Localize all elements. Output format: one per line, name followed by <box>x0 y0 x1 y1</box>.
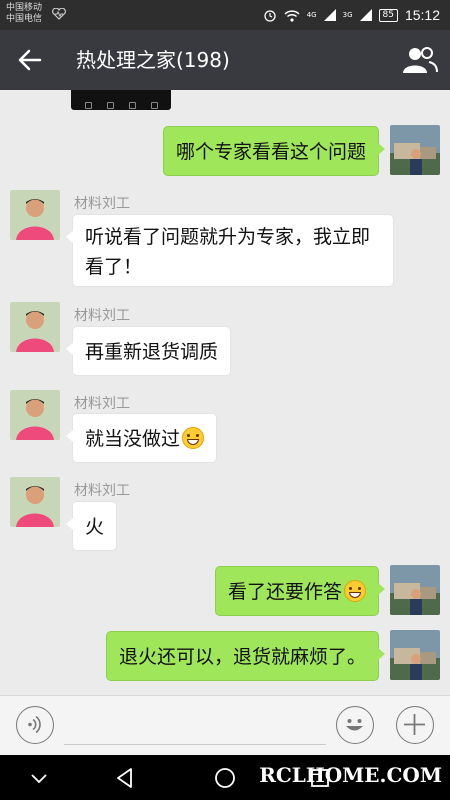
chat-header: 热处理之家(198) <box>0 30 450 90</box>
status-icons: 4G 3G 85 15:12 <box>263 0 440 30</box>
message-bubble-incoming[interactable]: 就当没做过 <box>65 413 218 463</box>
more-options-button[interactable] <box>396 706 434 744</box>
emoji-icon <box>346 719 363 731</box>
sender-avatar[interactable] <box>10 477 60 527</box>
sender-name: 材料刘工 <box>74 483 130 499</box>
voice-input-icon <box>28 715 41 734</box>
message-input-bar <box>0 695 450 755</box>
chevron-down-icon[interactable] <box>24 763 54 793</box>
arrow-left-icon[interactable] <box>16 46 44 74</box>
chat-message-list[interactable]: 哪个专家看看这个问题 材料刘工 听说看了问题就升为专家，我立即 看了！ 材料刘工… <box>0 90 450 695</box>
message-bubble-incoming[interactable]: 火 <box>65 501 118 551</box>
message-bubble-outgoing[interactable]: 退火还可以，退货就麻烦了。 <box>105 631 386 681</box>
my-avatar[interactable] <box>390 630 440 680</box>
sender-name: 材料刘工 <box>74 308 130 324</box>
emoji-button[interactable] <box>336 706 374 744</box>
battery-level: 85 <box>378 8 398 22</box>
message-text: 退火还可以，退货就麻烦了。 <box>118 646 366 668</box>
signal-2-icon <box>359 9 372 21</box>
network-2-label: 3G <box>342 11 353 19</box>
carrier-1: 中国移动 <box>6 3 43 13</box>
message-bubble-outgoing[interactable]: 哪个专家看看这个问题 <box>162 126 386 176</box>
message-text: 就当没做过 <box>85 428 181 450</box>
sender-name: 材料刘工 <box>74 396 130 412</box>
previous-image-message[interactable] <box>71 90 171 110</box>
group-members-icon[interactable] <box>402 45 438 75</box>
system-navigation-bar: RCLHOME.COM <box>0 755 450 800</box>
site-watermark: RCLHOME.COM <box>259 763 442 787</box>
message-text-input[interactable] <box>64 744 326 745</box>
message-text-line-1: 听说看了问题就升为专家，我立即 <box>85 226 371 248</box>
grinning-face-emoji <box>344 580 366 602</box>
plus-icon <box>404 714 425 735</box>
message-text: 再重新退货调质 <box>85 341 219 363</box>
signal-1-icon <box>323 9 336 21</box>
my-avatar[interactable] <box>390 125 440 175</box>
message-text-line-2: 看了！ <box>85 256 143 278</box>
message-text: 看了还要作答 <box>227 581 342 603</box>
network-1-label: 4G <box>306 11 317 19</box>
message-text: 哪个专家看看这个问题 <box>175 141 366 163</box>
chat-title: 热处理之家(198) <box>76 48 230 72</box>
message-bubble-incoming[interactable]: 再重新退货调质 <box>65 326 232 376</box>
carrier-2: 中国电信 <box>6 14 43 24</box>
voice-input-button[interactable] <box>16 706 54 744</box>
sender-avatar[interactable] <box>10 390 60 440</box>
sender-name: 材料刘工 <box>74 196 130 212</box>
alarm-icon <box>264 10 276 22</box>
sender-avatar[interactable] <box>10 190 60 240</box>
grinning-face-emoji <box>182 427 205 449</box>
carrier-info: 中国移动 中国电信 <box>6 3 42 25</box>
message-text: 火 <box>85 516 105 538</box>
home-circle-icon[interactable] <box>210 763 240 793</box>
my-avatar[interactable] <box>390 565 440 615</box>
wifi-icon <box>284 9 300 22</box>
sender-avatar[interactable] <box>10 302 60 352</box>
back-triangle-icon[interactable] <box>110 763 140 793</box>
message-bubble-outgoing[interactable]: 看了还要作答 <box>214 566 386 616</box>
message-bubble-incoming[interactable]: 听说看了问题就升为专家，我立即 看了！ <box>66 214 394 287</box>
health-heart-icon <box>52 8 66 20</box>
clock: 15:12 <box>404 7 440 23</box>
status-bar: 中国移动 中国电信 4G 3G 85 15:12 <box>0 0 450 30</box>
